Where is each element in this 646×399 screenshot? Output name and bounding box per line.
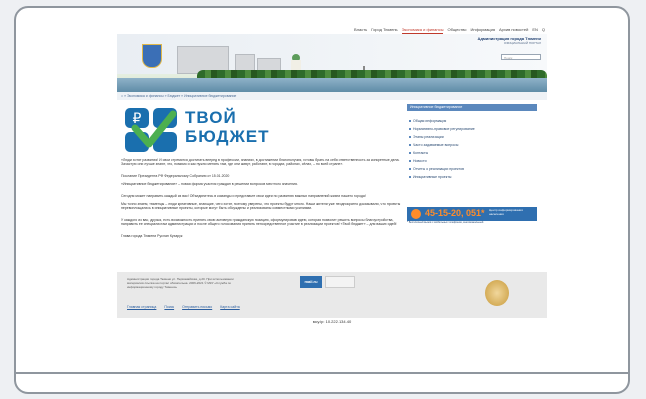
nav-item-info[interactable]: Информация xyxy=(471,26,496,34)
stats-counter-badge[interactable] xyxy=(325,276,355,288)
sidebar-item-stages[interactable]: Этапы реализации xyxy=(407,133,537,141)
breadcrumb[interactable]: ⌂ » Экономика и финансы » Бюджет » Иници… xyxy=(117,92,547,100)
nav-item-economy[interactable]: Экономика и финансы xyxy=(401,26,444,34)
mail-counter-badge[interactable]: mail.ru xyxy=(300,276,322,288)
footer-link-search[interactable]: Поиск xyxy=(164,305,174,309)
search-icon[interactable]: Q xyxy=(542,26,545,34)
signature: Глава города Тюмени Руслан Кухарук xyxy=(121,234,183,238)
quote-paragraph: «Люди хотят развития! И свои стремятся д… xyxy=(121,158,400,167)
phone-icon xyxy=(411,209,421,219)
sidebar-heading: Инициативное бюджетирование xyxy=(407,104,537,111)
sidebar-item-news[interactable]: Новости xyxy=(407,157,537,165)
laptop-base-line xyxy=(14,372,630,374)
browser-screen: Власть Город Тюмень Экономика и финансы … xyxy=(117,26,547,326)
sidebar-item-general[interactable]: Общая информация xyxy=(407,117,537,125)
call-paragraph: Сегодня может направить каждый из вас! О… xyxy=(121,194,366,198)
footer: Администрация города Тюмени ул. Первомай… xyxy=(117,272,547,318)
sidebar-item-contacts[interactable]: Контакты xyxy=(407,149,537,157)
body-paragraph: Мы точно знаем, тюменцы – люди креативны… xyxy=(121,202,401,211)
phone-label: Центр информирования населения xyxy=(489,208,523,216)
budget-logo-icon: ₽ xyxy=(125,108,177,152)
header-banner: Администрация города Тюмени ОФИЦИАЛЬНЫЙ … xyxy=(117,34,547,92)
sidebar-item-projects[interactable]: Инициативные проекты xyxy=(407,173,537,181)
logo-line-2: БЮДЖЕТ xyxy=(185,127,270,146)
footer-link-send-letter[interactable]: Отправить письмо xyxy=(182,305,212,309)
footer-link-home[interactable]: Главная страница xyxy=(127,305,156,309)
phone-number: 45-15-20, 051* xyxy=(425,208,485,218)
phone-banner[interactable]: 45-15-20, 051* Центр информирования насе… xyxy=(407,207,537,221)
footer-link-sitemap[interactable]: Карта сайта xyxy=(220,305,240,309)
ip-address: мсу.ip: 10.222.134.40 xyxy=(312,319,352,324)
footer-info: Администрация города Тюмени ул. Первомай… xyxy=(127,277,234,289)
intro-paragraph: «Инициативное бюджетирование» – новая фо… xyxy=(121,182,298,186)
top-navigation: Власть Город Тюмень Экономика и финансы … xyxy=(117,26,547,34)
footer-links: Главная страница Поиск Отправить письмо … xyxy=(127,305,240,309)
main-content: ₽ ТВОЙ БЮДЖЕТ «Люди хотят развития! И св… xyxy=(121,104,401,272)
tvoy-budget-logo: ₽ ТВОЙ БЮДЖЕТ xyxy=(121,104,281,154)
nav-item-city[interactable]: Город Тюмень xyxy=(371,26,397,34)
svg-text:₽: ₽ xyxy=(133,111,142,127)
quote-source: Послание Президента РФ Федеральному Собр… xyxy=(121,174,230,178)
logo-line-1: ТВОЙ xyxy=(185,108,237,127)
sidebar-item-reports[interactable]: Отчеты о реализации проектов xyxy=(407,165,537,173)
sidebar-item-regulation[interactable]: Нормативно-правовое регулирование xyxy=(407,125,537,133)
sidebar: Инициативное бюджетирование Общая информ… xyxy=(407,104,537,224)
award-medal-icon xyxy=(485,280,509,306)
search-input[interactable]: Поиск xyxy=(501,54,541,60)
coat-of-arms-icon[interactable] xyxy=(142,44,162,68)
nav-item-power[interactable]: Власть xyxy=(354,26,367,34)
nav-item-archive[interactable]: Архив новостей xyxy=(499,26,528,34)
sidebar-item-faq[interactable]: Часто задаваемые вопросы xyxy=(407,141,537,149)
logo-text: ТВОЙ БЮДЖЕТ xyxy=(185,108,270,146)
nav-item-society[interactable]: Общество xyxy=(447,26,466,34)
phone-note: * Бесплатный вызов с мобильных телефонов… xyxy=(407,221,484,224)
river xyxy=(117,78,547,92)
body-paragraph: У каждого из вас, друзья, есть возможнос… xyxy=(121,218,397,227)
site-subtitle: ОФИЦИАЛЬНЫЙ ПОРТАЛ xyxy=(503,41,541,45)
nav-item-language[interactable]: EN xyxy=(532,26,538,34)
